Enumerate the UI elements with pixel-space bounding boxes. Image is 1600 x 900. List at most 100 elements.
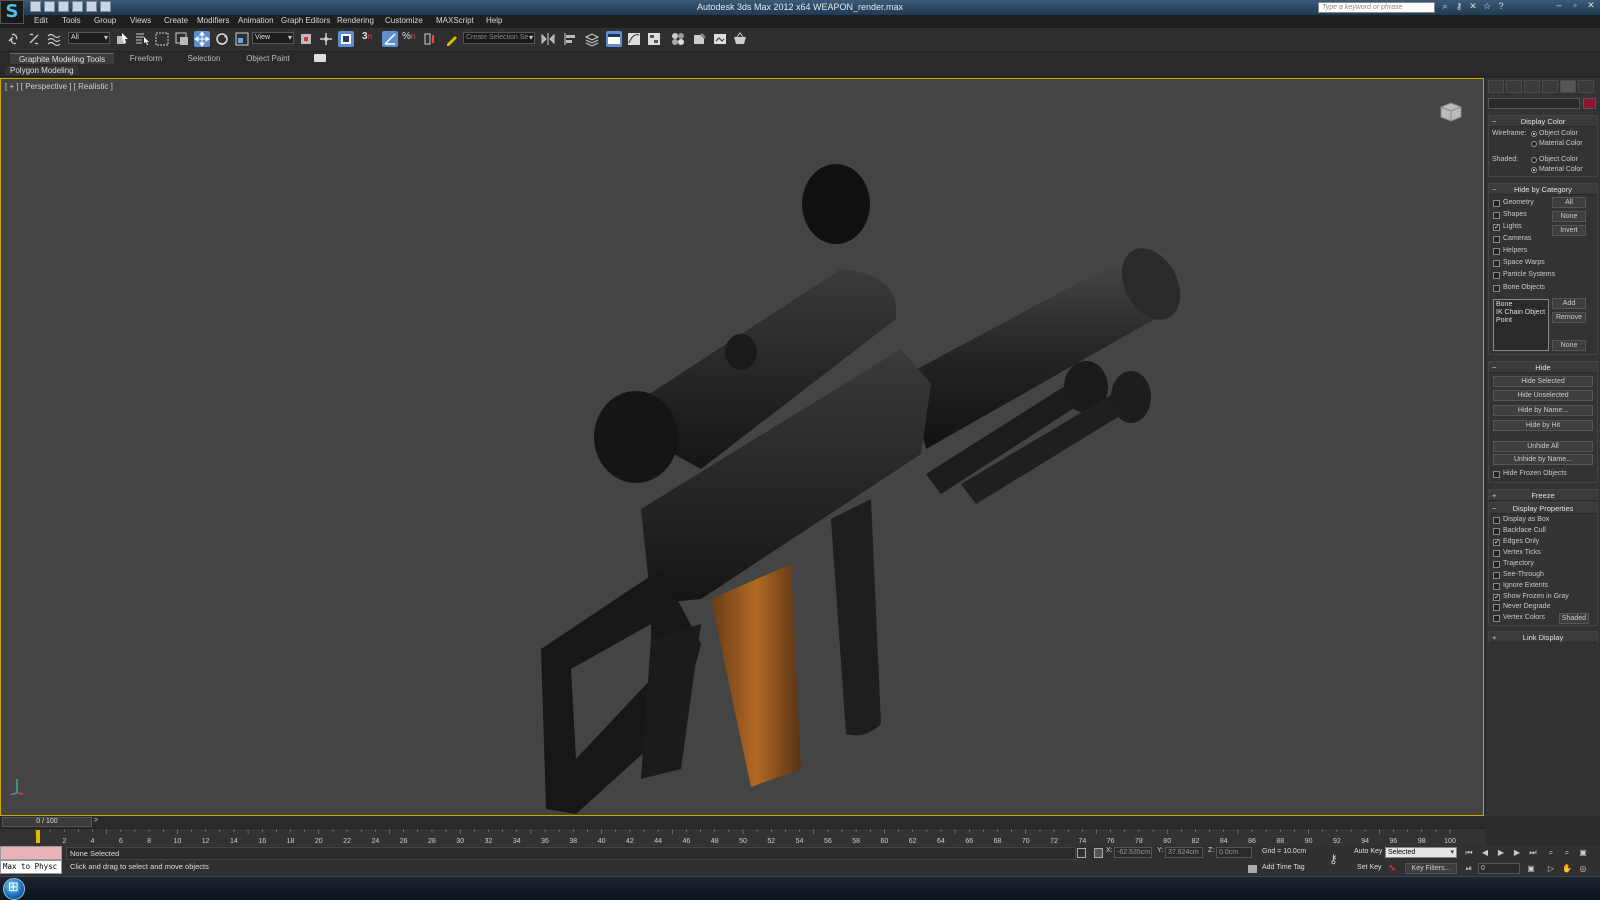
- set-key-large-icon[interactable]: ⚷: [1329, 852, 1338, 866]
- help-icon[interactable]: ?: [1496, 1, 1506, 12]
- auto-key-button[interactable]: Auto Key: [1354, 848, 1382, 855]
- none-button[interactable]: None: [1552, 211, 1586, 222]
- show-frozen-gray-checkbox[interactable]: ✓: [1493, 594, 1500, 601]
- wireframe-object-color-radio[interactable]: [1531, 131, 1537, 137]
- render-setup-icon[interactable]: [692, 31, 708, 47]
- hide-by-name-button[interactable]: Hide by Name...: [1493, 405, 1593, 416]
- add-time-tag[interactable]: Add Time Tag: [1262, 864, 1305, 871]
- zoom-extents-icon[interactable]: ▣: [1577, 847, 1589, 858]
- material-editor-icon[interactable]: [670, 31, 686, 47]
- helpers-checkbox[interactable]: [1493, 248, 1500, 255]
- scope-turret[interactable]: [725, 334, 757, 370]
- hide-frozen-checkbox[interactable]: [1493, 471, 1500, 478]
- orbit-icon[interactable]: ◎: [1577, 863, 1589, 874]
- graphite-toggle-icon[interactable]: [606, 31, 622, 47]
- spinner-snap-icon[interactable]: [422, 31, 438, 47]
- display-tab-icon[interactable]: [1560, 80, 1576, 93]
- menu-help[interactable]: Help: [486, 16, 502, 25]
- schematic-view-icon[interactable]: [646, 31, 662, 47]
- key-mode-icon[interactable]: ⏯: [1463, 863, 1475, 874]
- key-filters-button[interactable]: Key Filters...: [1405, 863, 1457, 874]
- maximize-icon[interactable]: ▫: [1568, 0, 1582, 11]
- go-to-end-icon[interactable]: ⏭: [1527, 847, 1539, 858]
- reference-coordinate-select[interactable]: View: [252, 32, 294, 44]
- motion-tab-icon[interactable]: [1542, 80, 1558, 93]
- lock-selection-icon[interactable]: [1077, 848, 1086, 858]
- shaded-button[interactable]: Shaded: [1559, 613, 1589, 624]
- key-selection-dropdown[interactable]: Selected: [1385, 847, 1457, 858]
- previous-frame-icon[interactable]: ◀: [1479, 847, 1491, 858]
- close-icon[interactable]: ✕: [1584, 0, 1598, 11]
- edit-named-selection-icon[interactable]: [444, 31, 460, 47]
- unhide-all-button[interactable]: Unhide All: [1493, 441, 1593, 452]
- menu-tools[interactable]: Tools: [62, 16, 81, 25]
- add-button[interactable]: Add: [1552, 298, 1586, 309]
- select-by-name-icon[interactable]: [134, 31, 150, 47]
- named-selection-select[interactable]: Create Selection Se: [463, 32, 535, 44]
- edges-only-checkbox[interactable]: ✓: [1493, 539, 1500, 546]
- y-coord-field[interactable]: 37.624cm: [1165, 847, 1203, 858]
- polygon-modeling-panel[interactable]: Polygon Modeling: [6, 66, 78, 75]
- menu-views[interactable]: Views: [130, 16, 151, 25]
- scope-front-cap[interactable]: [594, 391, 678, 483]
- go-to-start-icon[interactable]: ⏮: [1463, 847, 1475, 858]
- scope-rear-cap[interactable]: [802, 164, 870, 244]
- layer-manager-icon[interactable]: [584, 31, 600, 47]
- search-input[interactable]: Type a keyword or phrase: [1318, 2, 1435, 13]
- geometry-checkbox[interactable]: [1493, 200, 1500, 207]
- maxscript-input[interactable]: Max to Physc: [0, 860, 62, 874]
- hide-unselected-button[interactable]: Hide Unselected: [1493, 390, 1593, 401]
- menu-graph-editors[interactable]: Graph Editors: [281, 16, 330, 25]
- binoculars-icon[interactable]: ⌕: [1440, 1, 1450, 12]
- shapes-checkbox[interactable]: [1493, 212, 1500, 219]
- default-tangent-icon[interactable]: ∿: [1388, 863, 1396, 874]
- menu-customize[interactable]: Customize: [385, 16, 423, 25]
- perspective-viewport[interactable]: [ + ] [ Perspective ] [ Realistic ]: [0, 78, 1484, 816]
- next-frame-icon[interactable]: ▶: [1511, 847, 1523, 858]
- space-warps-checkbox[interactable]: [1493, 260, 1500, 267]
- app-logo[interactable]: S: [0, 0, 24, 24]
- minimize-icon[interactable]: –: [1552, 0, 1566, 11]
- tab-object-paint[interactable]: Object Paint: [244, 53, 292, 64]
- current-frame-marker[interactable]: [36, 830, 40, 843]
- select-manipulate-icon[interactable]: [318, 31, 334, 47]
- category-list[interactable]: Bone IK Chain Object Point: [1493, 299, 1549, 351]
- list-item[interactable]: Bone: [1496, 301, 1546, 309]
- menu-modifiers[interactable]: Modifiers: [197, 16, 229, 25]
- menu-edit[interactable]: Edit: [34, 16, 48, 25]
- bone-objects-checkbox[interactable]: [1493, 285, 1500, 292]
- z-coord-field[interactable]: 0.0cm: [1216, 847, 1252, 858]
- exchange-icon[interactable]: ✕: [1468, 1, 1478, 12]
- window-crossing-icon[interactable]: [174, 31, 190, 47]
- wireframe-material-color-radio[interactable]: [1531, 141, 1537, 147]
- viewcube-icon[interactable]: [1439, 102, 1463, 122]
- shaded-material-color-radio[interactable]: [1531, 167, 1537, 173]
- cameras-checkbox[interactable]: [1493, 236, 1500, 243]
- mirror-icon[interactable]: [540, 31, 556, 47]
- menu-animation[interactable]: Animation: [238, 16, 274, 25]
- zoom-icon[interactable]: ⌕: [1545, 847, 1557, 858]
- all-button[interactable]: All: [1552, 197, 1586, 208]
- tab-selection[interactable]: Selection: [184, 53, 224, 64]
- hide-header[interactable]: − Hide: [1489, 362, 1597, 373]
- pivot-center-icon[interactable]: [298, 31, 314, 47]
- particle-systems-checkbox[interactable]: [1493, 272, 1500, 279]
- modify-tab-icon[interactable]: [1506, 80, 1522, 93]
- percent-snap-icon[interactable]: %n: [402, 31, 418, 47]
- select-object-icon[interactable]: [114, 31, 130, 47]
- maxscript-listener[interactable]: Max to Physc: [0, 846, 62, 876]
- tab-freeform[interactable]: Freeform: [126, 53, 166, 64]
- track-bar[interactable]: 2 4 6 8 10 12 14 16 18 20 22 24 26 28 30 32 34 36 38 40 42 44…: [0, 828, 1486, 846]
- fore-grip[interactable]: [831, 499, 881, 736]
- hide-selected-button[interactable]: Hide Selected: [1493, 376, 1593, 387]
- align-icon[interactable]: [562, 31, 578, 47]
- time-config-icon[interactable]: ▣: [1525, 863, 1537, 874]
- set-key-button[interactable]: Set Key: [1357, 864, 1382, 871]
- create-tab-icon[interactable]: [1488, 80, 1504, 93]
- tab-graphite-modeling-tools[interactable]: Graphite Modeling Tools: [10, 53, 114, 64]
- vertex-ticks-checkbox[interactable]: [1493, 550, 1500, 557]
- scale-icon[interactable]: [234, 31, 250, 47]
- trajectory-checkbox[interactable]: [1493, 561, 1500, 568]
- see-through-checkbox[interactable]: [1493, 572, 1500, 579]
- never-degrade-checkbox[interactable]: [1493, 604, 1500, 611]
